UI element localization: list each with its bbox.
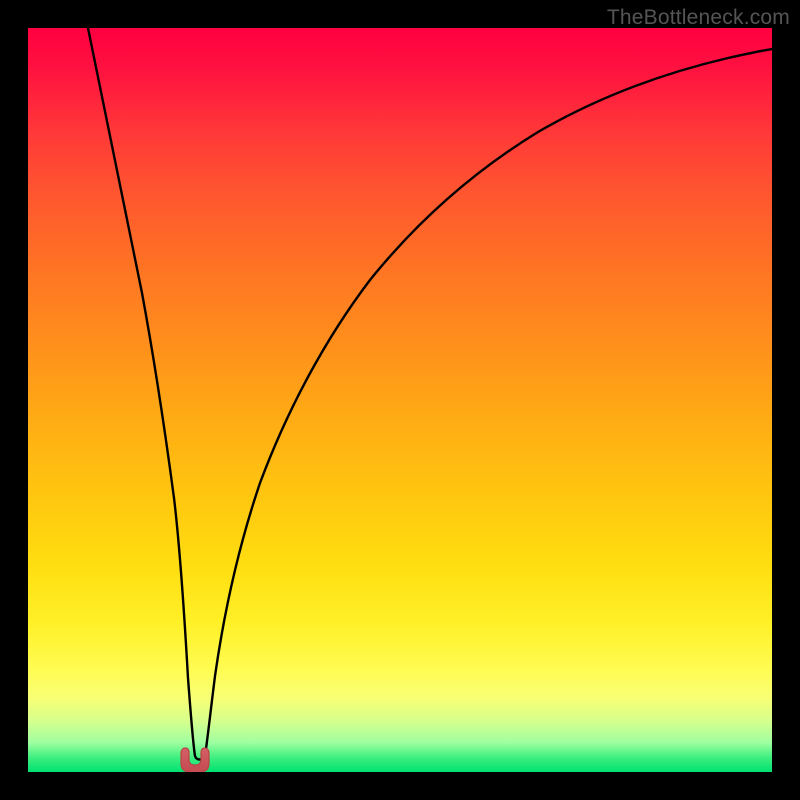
optimal-point-marker xyxy=(178,746,212,772)
curve-path xyxy=(88,28,772,760)
plot-area xyxy=(28,28,772,772)
optimal-point-marker-shape xyxy=(181,748,209,772)
bottleneck-curve xyxy=(28,28,772,772)
watermark-text: TheBottleneck.com xyxy=(607,6,790,30)
outer-frame: TheBottleneck.com xyxy=(0,0,800,800)
